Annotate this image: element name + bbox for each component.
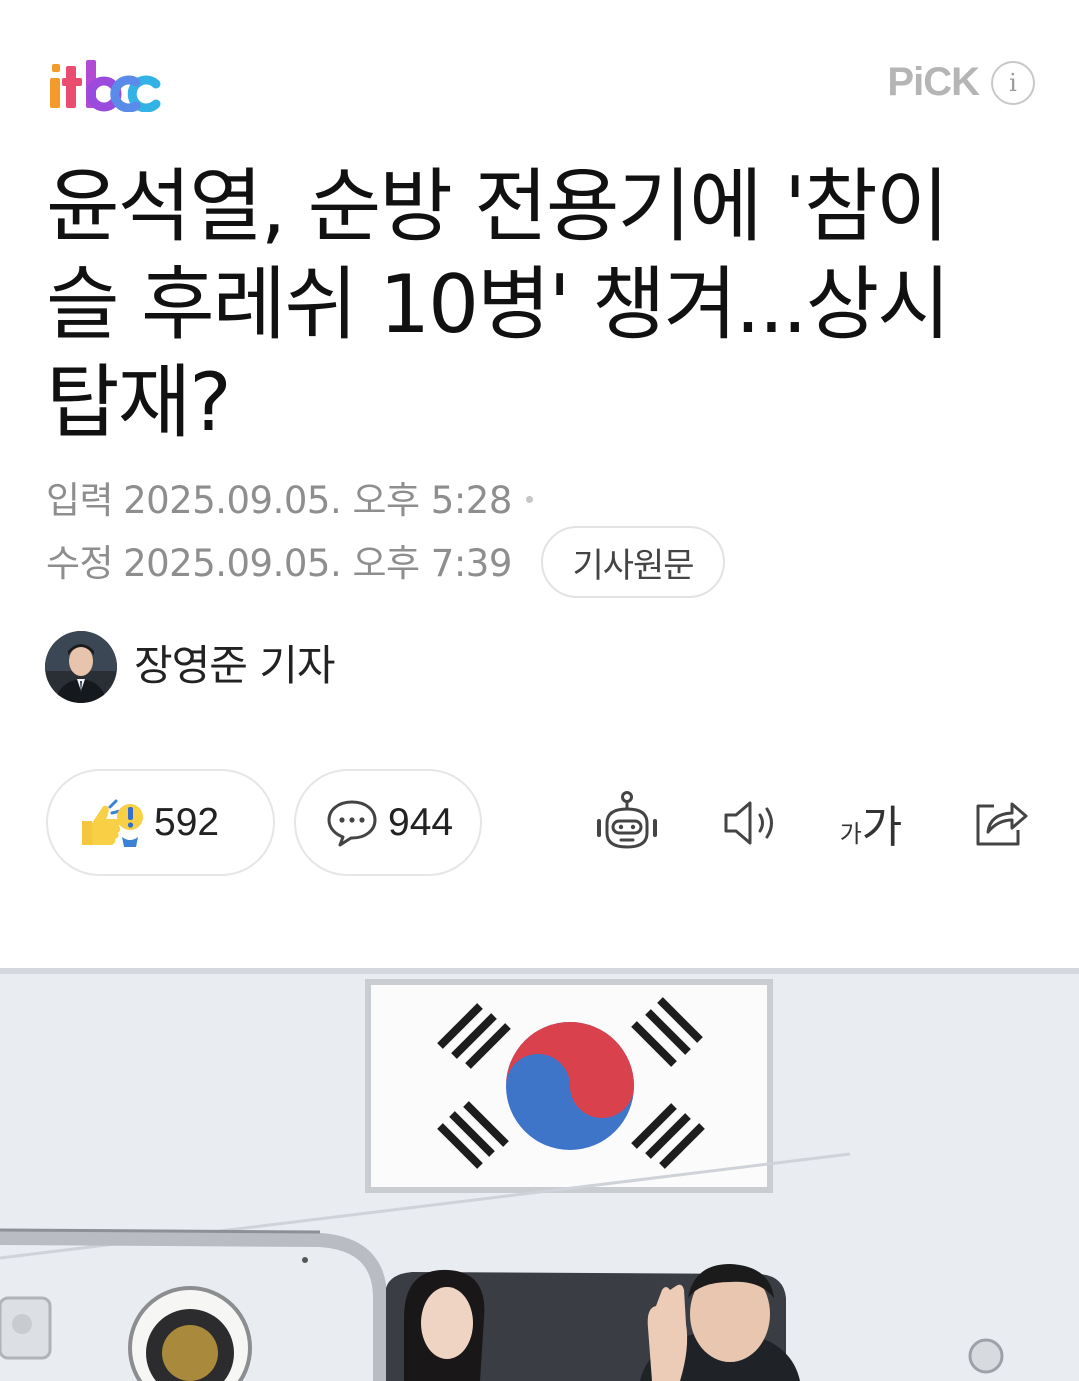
reaction-button[interactable]: 592 xyxy=(46,769,275,876)
share-icon xyxy=(976,802,1028,846)
article-title-line: 탑재? xyxy=(46,356,232,449)
article-page: PiCK i 윤석열, 순방 전용기에 '참이 슬 후레쉬 10병' 챙겨...… xyxy=(0,0,1079,1381)
font-big-glyph: 가 xyxy=(861,802,903,853)
pick-label: PiCK xyxy=(887,60,980,104)
share-button[interactable] xyxy=(966,788,1036,858)
article-title: 윤석열, 순방 전용기에 '참이 슬 후레쉬 10병' 챙겨...상시 탑재? xyxy=(46,158,1046,452)
article-photo[interactable] xyxy=(0,968,1079,1381)
comment-button[interactable]: 944 xyxy=(294,769,482,876)
reporter-name[interactable]: 장영준 기자 xyxy=(134,636,336,696)
reaction-count: 592 xyxy=(154,800,220,844)
comment-count: 944 xyxy=(388,800,454,844)
edit-label: 수정 xyxy=(46,542,114,585)
text-to-speech-button[interactable] xyxy=(716,788,786,858)
summary-bot-button[interactable] xyxy=(592,788,662,858)
speaker-icon xyxy=(724,801,773,845)
jtbc-logo[interactable] xyxy=(48,56,168,112)
korean-flag-image xyxy=(365,979,773,1193)
input-label: 입력 xyxy=(46,479,114,522)
summary-bot-icon xyxy=(597,791,657,849)
pick-badge[interactable]: PiCK i xyxy=(887,60,1035,105)
input-datetime-row: 입력 2025.09.05. 오후 5:28 xyxy=(46,472,533,522)
edit-datetime: 2025.09.05. 오후 7:39 xyxy=(123,542,512,585)
reporter-avatar[interactable] xyxy=(45,631,117,703)
font-small-glyph: 가 xyxy=(839,820,862,848)
original-article-button[interactable]: 기사원문 xyxy=(541,526,725,598)
article-title-line: 슬 후레쉬 10병' 챙겨...상시 xyxy=(46,258,951,351)
reaction-icon xyxy=(82,799,143,847)
font-size-icon: 가가 xyxy=(840,791,903,855)
article-title-line: 윤석열, 순방 전용기에 '참이 xyxy=(46,160,949,253)
separator-dot xyxy=(525,495,533,503)
info-icon[interactable]: i xyxy=(991,60,1035,105)
input-datetime: 2025.09.05. 오후 5:28 xyxy=(123,479,512,522)
edit-datetime-row: 수정 2025.09.05. 오후 7:39 xyxy=(46,535,512,585)
comment-icon xyxy=(327,800,377,846)
font-size-button[interactable]: 가가 xyxy=(836,788,906,858)
